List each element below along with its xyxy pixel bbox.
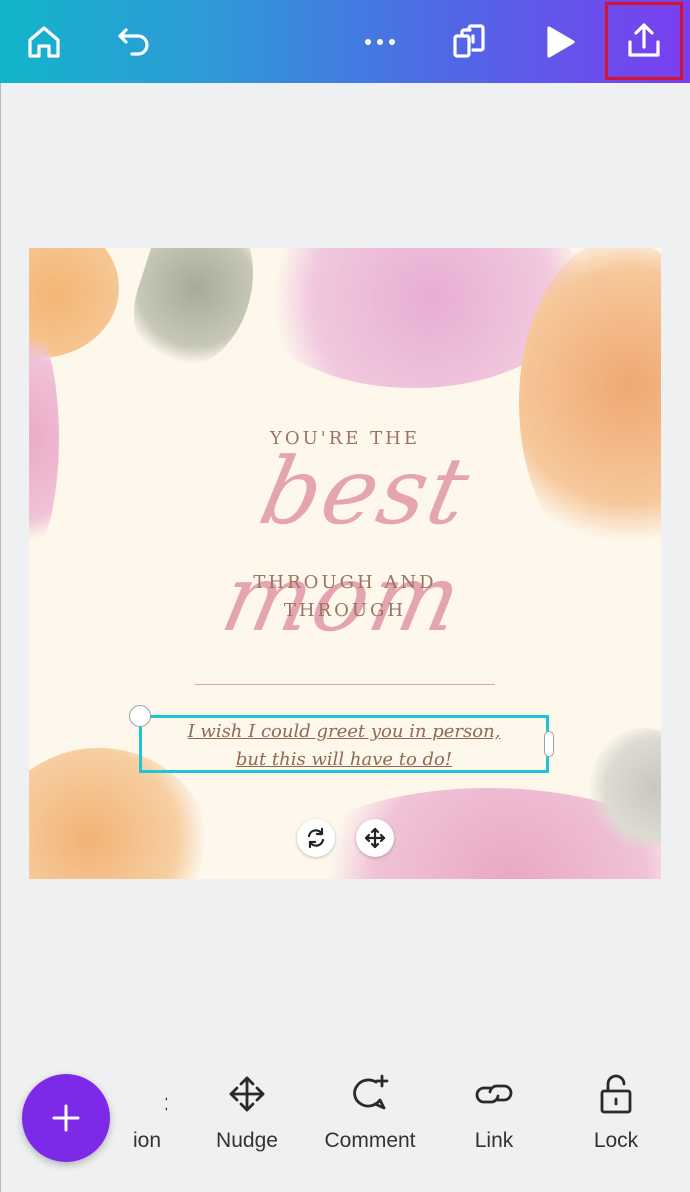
link-label: Link: [474, 1129, 514, 1152]
partial-tool-icon: [165, 1097, 176, 1111]
left-edge-line: [0, 83, 1, 1192]
rotate-icon: [307, 827, 325, 849]
play-button[interactable]: [521, 0, 597, 83]
nudge-label: Nudge: [216, 1129, 278, 1152]
lock-button[interactable]: Lock: [561, 1072, 671, 1153]
plus-icon: [52, 1104, 80, 1132]
lock-icon: [600, 1074, 632, 1114]
resize-handle-corner[interactable]: [129, 705, 151, 727]
share-icon: [628, 23, 660, 57]
undo-button[interactable]: [96, 0, 172, 83]
more-button[interactable]: [342, 0, 418, 83]
move-icon: [364, 827, 386, 849]
home-button[interactable]: [6, 0, 82, 83]
link-icon: [475, 1084, 513, 1104]
comment-icon: [352, 1074, 389, 1110]
link-button[interactable]: Link: [439, 1072, 549, 1153]
home-icon: [28, 25, 60, 58]
pages-button[interactable]: [431, 0, 507, 83]
nudge-icon: [229, 1076, 265, 1112]
selected-text[interactable]: I wish I could greet you in person, but …: [139, 718, 549, 774]
add-button[interactable]: [22, 1074, 110, 1162]
rotate-button[interactable]: [297, 819, 335, 857]
undo-icon: [118, 27, 149, 56]
selected-text-line2: but this will have to do!: [235, 749, 453, 770]
move-button[interactable]: [356, 819, 394, 857]
more-icon: [365, 38, 395, 45]
design-canvas[interactable]: YOU'RE THE best mom THROUGH AND THROUGH …: [29, 248, 661, 879]
comment-button[interactable]: Comment: [315, 1072, 425, 1153]
nudge-button[interactable]: Nudge: [192, 1072, 302, 1153]
comment-label: Comment: [324, 1129, 416, 1152]
play-icon: [547, 25, 575, 58]
selected-text-line1: I wish I could greet you in person,: [187, 721, 501, 742]
divider-line: [195, 684, 495, 685]
lock-label: Lock: [593, 1129, 639, 1152]
share-button[interactable]: [605, 2, 683, 80]
pages-icon: [453, 23, 485, 58]
resize-handle-side[interactable]: [544, 731, 554, 757]
partial-tool-label: ion: [132, 1129, 162, 1152]
top-toolbar: [0, 0, 690, 83]
headline-line3[interactable]: THROUGH: [29, 600, 661, 621]
headline-line2[interactable]: THROUGH AND: [29, 572, 661, 593]
